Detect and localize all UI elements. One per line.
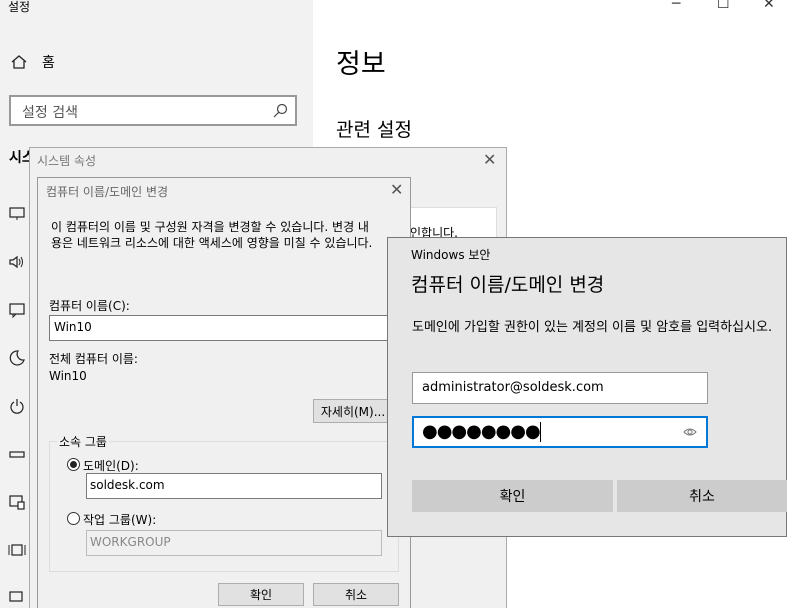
storage-icon[interactable] <box>8 445 26 463</box>
settings-search-input[interactable]: 설정 검색 <box>9 95 297 126</box>
settings-window-title: 설정 <box>8 0 31 14</box>
reveal-password-icon[interactable] <box>683 426 697 438</box>
sound-icon[interactable] <box>8 253 26 271</box>
workgroup-input[interactable]: WORKGROUP <box>86 530 382 556</box>
power-sleep-icon[interactable] <box>8 349 26 367</box>
home-label: 홈 <box>42 55 55 71</box>
workgroup-label: 작업 그룹(W): <box>83 513 157 527</box>
maximize-button[interactable]: ☐ <box>717 0 730 12</box>
home-icon <box>11 55 27 69</box>
display-icon[interactable] <box>8 205 26 223</box>
computer-name-dialog-title: 컴퓨터 이름/도메인 변경 <box>46 185 169 199</box>
notification-icon[interactable] <box>8 301 26 319</box>
text-caret <box>539 422 541 442</box>
password-input[interactable]: ●●●●●●●● <box>412 416 708 448</box>
computer-name-ok-button[interactable]: 확인 <box>218 583 304 606</box>
computer-name-cancel-button[interactable]: 취소 <box>313 583 399 606</box>
domain-label: 도메인(D): <box>83 459 139 473</box>
member-of-label: 소속 그룹 <box>57 433 109 450</box>
home-nav-item[interactable]: 홈 <box>10 52 55 72</box>
tablet-icon[interactable] <box>8 493 26 511</box>
full-computer-name-label: 전체 컴퓨터 이름: <box>49 352 138 366</box>
domain-radio[interactable] <box>67 458 80 471</box>
search-icon[interactable] <box>272 103 288 119</box>
workgroup-radio[interactable] <box>67 512 80 525</box>
password-mask: ●●●●●●●● <box>422 421 541 442</box>
full-computer-name-value: Win10 <box>49 369 87 383</box>
windows-security-header: Windows 보안 <box>411 248 491 262</box>
computer-name-dialog-close-button[interactable]: ✕ <box>390 180 403 199</box>
windows-security-description: 도메인에 가입할 권한이 있는 계정의 이름 및 암호를 입력하십시오. <box>412 320 773 335</box>
description-line-1: 이 컴퓨터의 이름 및 구성원 자격을 변경할 수 있습니다. 변경 내 <box>51 220 369 234</box>
system-properties-close-button[interactable]: ✕ <box>483 150 496 169</box>
domain-input[interactable]: soldesk.com <box>86 473 382 499</box>
power-icon[interactable] <box>8 397 26 415</box>
search-placeholder: 설정 검색 <box>22 105 78 121</box>
windows-security-title: 컴퓨터 이름/도메인 변경 <box>411 274 605 296</box>
computer-name-input[interactable]: Win10 <box>49 315 394 341</box>
system-properties-title: 시스템 속성 <box>37 154 97 168</box>
multitasking-icon[interactable] <box>8 541 26 559</box>
username-input[interactable]: administrator@soldesk.com <box>412 372 708 404</box>
related-settings-heading: 관련 설정 <box>336 119 412 141</box>
computer-name-label: 컴퓨터 이름(C): <box>49 299 130 313</box>
page-title: 정보 <box>336 49 386 80</box>
computer-name-description: 이 컴퓨터의 이름 및 구성원 자격을 변경할 수 있습니다. 변경 내 용은 … <box>51 219 391 251</box>
minimize-button[interactable]: ─ <box>672 0 680 12</box>
close-button[interactable]: ✕ <box>763 0 775 12</box>
windows-security-cancel-button[interactable]: 취소 <box>617 480 787 512</box>
project-icon[interactable] <box>8 589 26 607</box>
description-line-2: 용은 네트워크 리소스에 대한 액세스에 영향을 미칠 수 있습니다. <box>51 236 373 250</box>
windows-security-ok-button[interactable]: 확인 <box>412 480 613 512</box>
details-button[interactable]: 자세히(M)... <box>313 399 393 423</box>
